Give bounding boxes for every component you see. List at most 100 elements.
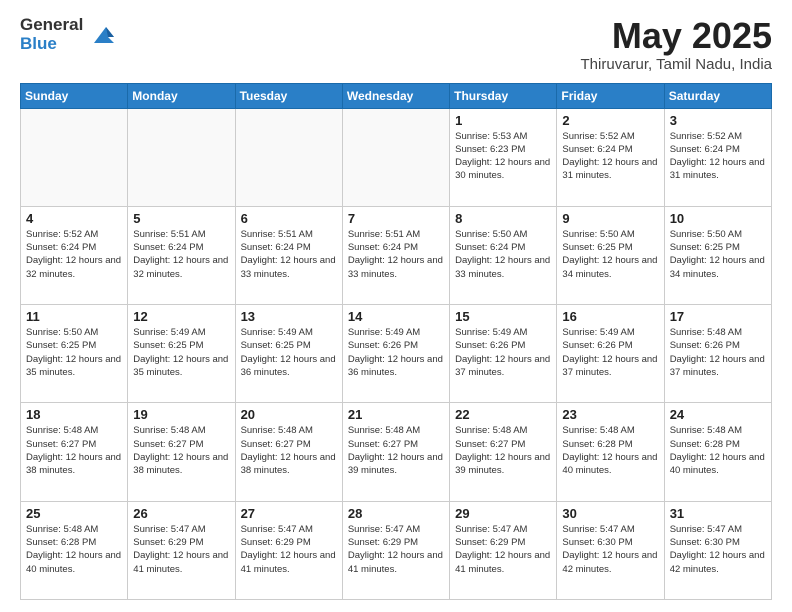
day-info: Sunrise: 5:49 AM Sunset: 6:26 PM Dayligh… xyxy=(562,326,658,379)
day-info: Sunrise: 5:50 AM Sunset: 6:25 PM Dayligh… xyxy=(670,228,766,281)
calendar-cell: 9 Sunrise: 5:50 AM Sunset: 6:25 PM Daylig… xyxy=(557,206,664,304)
day-number: 15 xyxy=(455,309,551,324)
day-info: Sunrise: 5:49 AM Sunset: 6:25 PM Dayligh… xyxy=(241,326,337,379)
day-info: Sunrise: 5:49 AM Sunset: 6:26 PM Dayligh… xyxy=(455,326,551,379)
day-info: Sunrise: 5:49 AM Sunset: 6:25 PM Dayligh… xyxy=(133,326,229,379)
day-number: 20 xyxy=(241,407,337,422)
day-number: 13 xyxy=(241,309,337,324)
calendar-week-row: 18Sunrise: 5:48 AM Sunset: 6:27 PM Dayli… xyxy=(21,403,772,501)
weekday-header: Sunday xyxy=(21,83,128,108)
day-info: Sunrise: 5:51 AM Sunset: 6:24 PM Dayligh… xyxy=(133,228,229,281)
day-info: Sunrise: 5:52 AM Sunset: 6:24 PM Dayligh… xyxy=(562,130,658,183)
logo-icon xyxy=(86,19,118,51)
calendar-cell: 4 Sunrise: 5:52 AM Sunset: 6:24 PM Daylig… xyxy=(21,206,128,304)
day-number: 26 xyxy=(133,506,229,521)
day-number: 29 xyxy=(455,506,551,521)
header: General Blue May 2025 Thiruvarur, Tamil … xyxy=(20,16,772,73)
day-info: Sunrise: 5:47 AM Sunset: 6:29 PM Dayligh… xyxy=(348,523,444,576)
calendar-cell: 22 Sunrise: 5:48 AM Sunset: 6:27 PM Dayli… xyxy=(450,403,557,501)
day-info: Sunrise: 5:53 AM Sunset: 6:23 PM Dayligh… xyxy=(455,130,551,183)
day-info: Sunrise: 5:47 AM Sunset: 6:29 PM Dayligh… xyxy=(133,523,229,576)
calendar-cell: 16Sunrise: 5:49 AM Sunset: 6:26 PM Dayli… xyxy=(557,305,664,403)
location: Thiruvarur, Tamil Nadu, India xyxy=(581,56,772,73)
calendar-table: SundayMondayTuesdayWednesdayThursdayFrid… xyxy=(20,83,772,600)
weekday-row: SundayMondayTuesdayWednesdayThursdayFrid… xyxy=(21,83,772,108)
day-number: 9 xyxy=(562,211,658,226)
month-title: May 2025 xyxy=(581,16,772,56)
calendar-week-row: 1 Sunrise: 5:53 AM Sunset: 6:23 PM Daylig… xyxy=(21,108,772,206)
day-number: 1 xyxy=(455,113,551,128)
day-number: 5 xyxy=(133,211,229,226)
day-info: Sunrise: 5:48 AM Sunset: 6:27 PM Dayligh… xyxy=(241,424,337,477)
day-number: 3 xyxy=(670,113,766,128)
day-number: 4 xyxy=(26,211,122,226)
day-info: Sunrise: 5:50 AM Sunset: 6:25 PM Dayligh… xyxy=(562,228,658,281)
day-info: Sunrise: 5:48 AM Sunset: 6:27 PM Dayligh… xyxy=(348,424,444,477)
calendar-cell: 28 Sunrise: 5:47 AM Sunset: 6:29 PM Dayli… xyxy=(342,501,449,599)
logo-blue: Blue xyxy=(20,35,83,54)
calendar-cell: 23Sunrise: 5:48 AM Sunset: 6:28 PM Dayli… xyxy=(557,403,664,501)
day-number: 22 xyxy=(455,407,551,422)
day-info: Sunrise: 5:47 AM Sunset: 6:30 PM Dayligh… xyxy=(562,523,658,576)
day-info: Sunrise: 5:48 AM Sunset: 6:27 PM Dayligh… xyxy=(455,424,551,477)
day-number: 21 xyxy=(348,407,444,422)
day-info: Sunrise: 5:51 AM Sunset: 6:24 PM Dayligh… xyxy=(348,228,444,281)
day-number: 11 xyxy=(26,309,122,324)
day-number: 23 xyxy=(562,407,658,422)
calendar-cell: 18Sunrise: 5:48 AM Sunset: 6:27 PM Dayli… xyxy=(21,403,128,501)
day-number: 17 xyxy=(670,309,766,324)
calendar-cell xyxy=(21,108,128,206)
calendar-cell: 13 Sunrise: 5:49 AM Sunset: 6:25 PM Dayli… xyxy=(235,305,342,403)
calendar-week-row: 11Sunrise: 5:50 AM Sunset: 6:25 PM Dayli… xyxy=(21,305,772,403)
weekday-header: Thursday xyxy=(450,83,557,108)
day-number: 2 xyxy=(562,113,658,128)
day-info: Sunrise: 5:52 AM Sunset: 6:24 PM Dayligh… xyxy=(670,130,766,183)
calendar-cell: 2 Sunrise: 5:52 AM Sunset: 6:24 PM Daylig… xyxy=(557,108,664,206)
calendar-cell: 14 Sunrise: 5:49 AM Sunset: 6:26 PM Dayli… xyxy=(342,305,449,403)
title-block: May 2025 Thiruvarur, Tamil Nadu, India xyxy=(581,16,772,73)
calendar-cell: 20 Sunrise: 5:48 AM Sunset: 6:27 PM Dayli… xyxy=(235,403,342,501)
day-info: Sunrise: 5:48 AM Sunset: 6:26 PM Dayligh… xyxy=(670,326,766,379)
day-info: Sunrise: 5:51 AM Sunset: 6:24 PM Dayligh… xyxy=(241,228,337,281)
page: General Blue May 2025 Thiruvarur, Tamil … xyxy=(0,0,792,612)
day-number: 6 xyxy=(241,211,337,226)
calendar-cell xyxy=(128,108,235,206)
day-info: Sunrise: 5:48 AM Sunset: 6:28 PM Dayligh… xyxy=(670,424,766,477)
calendar-cell: 25Sunrise: 5:48 AM Sunset: 6:28 PM Dayli… xyxy=(21,501,128,599)
weekday-header: Friday xyxy=(557,83,664,108)
day-number: 8 xyxy=(455,211,551,226)
calendar-cell: 11Sunrise: 5:50 AM Sunset: 6:25 PM Dayli… xyxy=(21,305,128,403)
calendar-cell: 10 Sunrise: 5:50 AM Sunset: 6:25 PM Dayli… xyxy=(664,206,771,304)
day-number: 24 xyxy=(670,407,766,422)
day-number: 12 xyxy=(133,309,229,324)
calendar-cell: 24 Sunrise: 5:48 AM Sunset: 6:28 PM Dayli… xyxy=(664,403,771,501)
weekday-header: Saturday xyxy=(664,83,771,108)
calendar-cell: 30 Sunrise: 5:47 AM Sunset: 6:30 PM Dayli… xyxy=(557,501,664,599)
calendar-cell: 19 Sunrise: 5:48 AM Sunset: 6:27 PM Dayli… xyxy=(128,403,235,501)
day-number: 10 xyxy=(670,211,766,226)
day-info: Sunrise: 5:47 AM Sunset: 6:30 PM Dayligh… xyxy=(670,523,766,576)
weekday-header: Tuesday xyxy=(235,83,342,108)
day-number: 19 xyxy=(133,407,229,422)
day-info: Sunrise: 5:50 AM Sunset: 6:24 PM Dayligh… xyxy=(455,228,551,281)
calendar-header: SundayMondayTuesdayWednesdayThursdayFrid… xyxy=(21,83,772,108)
day-info: Sunrise: 5:48 AM Sunset: 6:27 PM Dayligh… xyxy=(133,424,229,477)
day-number: 28 xyxy=(348,506,444,521)
logo: General Blue xyxy=(20,16,118,53)
calendar-cell: 3 Sunrise: 5:52 AM Sunset: 6:24 PM Daylig… xyxy=(664,108,771,206)
day-info: Sunrise: 5:47 AM Sunset: 6:29 PM Dayligh… xyxy=(455,523,551,576)
calendar-cell: 26 Sunrise: 5:47 AM Sunset: 6:29 PM Dayli… xyxy=(128,501,235,599)
day-number: 31 xyxy=(670,506,766,521)
weekday-header: Monday xyxy=(128,83,235,108)
calendar-cell: 31 Sunrise: 5:47 AM Sunset: 6:30 PM Dayli… xyxy=(664,501,771,599)
day-number: 30 xyxy=(562,506,658,521)
day-info: Sunrise: 5:52 AM Sunset: 6:24 PM Dayligh… xyxy=(26,228,122,281)
calendar-cell: 5 Sunrise: 5:51 AM Sunset: 6:24 PM Daylig… xyxy=(128,206,235,304)
day-number: 14 xyxy=(348,309,444,324)
calendar-cell: 7Sunrise: 5:51 AM Sunset: 6:24 PM Daylig… xyxy=(342,206,449,304)
calendar-cell xyxy=(235,108,342,206)
day-info: Sunrise: 5:49 AM Sunset: 6:26 PM Dayligh… xyxy=(348,326,444,379)
calendar-week-row: 4 Sunrise: 5:52 AM Sunset: 6:24 PM Daylig… xyxy=(21,206,772,304)
calendar-cell xyxy=(342,108,449,206)
calendar-body: 1 Sunrise: 5:53 AM Sunset: 6:23 PM Daylig… xyxy=(21,108,772,599)
